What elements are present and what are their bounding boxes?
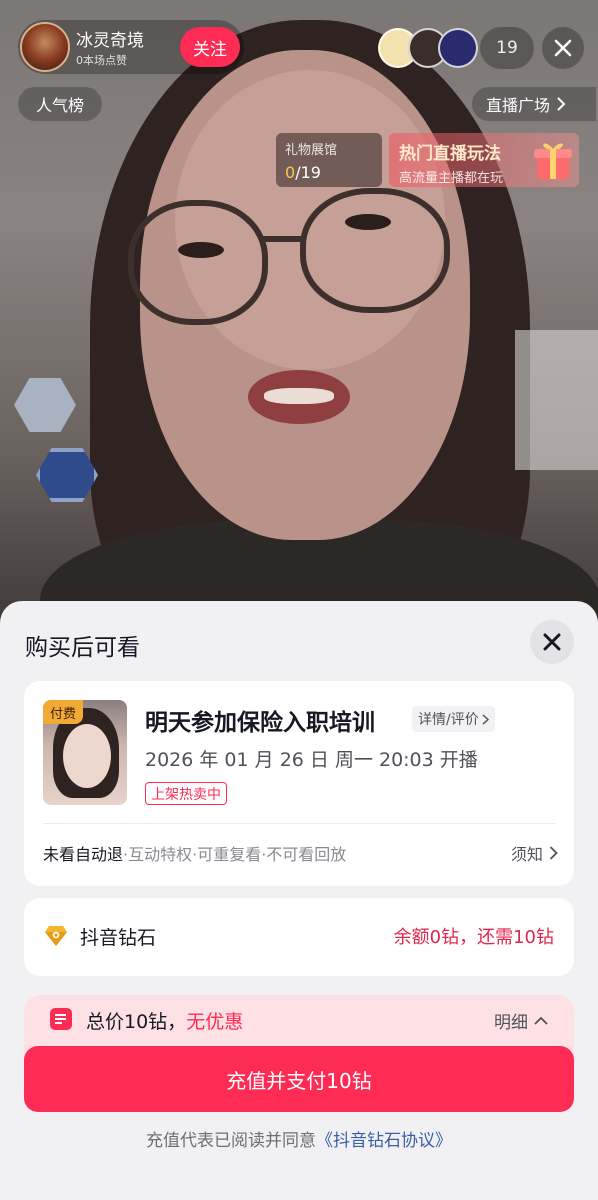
close-icon [543,633,561,651]
live-plaza-label: 直播广场 [486,96,551,115]
recharge-pay-button[interactable]: 充值并支付10钻 [24,1046,574,1112]
anchor-like-count: 0本场点赞 [76,54,127,67]
notice-link[interactable]: 须知 [511,841,558,865]
live-plaza-button[interactable]: 直播广场 [472,87,596,121]
video-eye-left [178,242,224,258]
chevron-right-icon [482,713,489,725]
payment-method-label: 抖音钻石 [80,927,157,949]
gift-hall-widget[interactable]: 礼物展馆 0/19 [276,133,382,187]
viewer-avatar[interactable] [438,28,478,68]
chevron-right-icon [549,846,558,860]
product-title: 明天参加保险入职培训 [145,710,375,736]
diamond-agreement-link[interactable]: 《抖音钻石协议》 [316,1131,452,1151]
purchase-rules: 未看自动退·互动特权·可重复看·不可看回放 [43,845,347,864]
product-card[interactable]: 付费 明天参加保险入职培训 详情/评价 2026 年 01 月 26 日 周一 … [24,681,574,886]
gift-hall-progress: 0/19 [285,163,321,182]
receipt-icon [50,1008,72,1030]
payment-method-card[interactable]: 抖音钻石 余额0钻，还需10钻 [24,898,574,976]
hot-sale-tag: 上架热卖中 [145,782,227,805]
follow-button[interactable]: 关注 [180,27,240,67]
close-live-button[interactable] [542,27,584,69]
popularity-rank-button[interactable]: 人气榜 [18,87,102,121]
video-eye-right [345,214,391,230]
chevron-up-icon [534,1016,548,1025]
balance-text: 余额0钻，还需10钻 [393,927,554,948]
video-wall-decor [14,378,76,432]
video-wall-decor [36,448,98,502]
video-glasses-right [300,188,450,313]
diamond-icon [45,926,67,946]
agreement-text: 充值代表已阅读并同意《抖音钻石协议》 [146,1131,452,1151]
divider [43,823,555,824]
price-detail-toggle[interactable]: 明细 [494,1008,548,1033]
gift-box-icon [534,143,572,179]
video-glasses-bridge [262,236,306,242]
chevron-right-icon [557,97,566,111]
product-thumbnail: 付费 [43,700,127,805]
hot-live-banner[interactable]: 热门直播玩法 高流量主播都在玩 [389,133,579,187]
video-window-light [515,330,598,470]
gift-hall-title: 礼物展馆 [285,143,338,158]
viewer-count[interactable]: 19 [480,27,534,69]
anchor-info[interactable]: 冰灵奇境 0本场点赞 关注 [18,20,244,74]
close-icon [554,39,572,57]
video-glasses-left [128,200,268,325]
anchor-name: 冰灵奇境 [76,31,144,51]
video-teeth [264,388,334,404]
total-price: 总价10钻，无优惠 [86,1011,244,1033]
paid-badge: 付费 [43,700,83,724]
broadcast-time: 2026 年 01 月 26 日 周一 20:03 开播 [145,749,478,771]
detail-review-link[interactable]: 详情/评价 [412,706,495,732]
sheet-close-button[interactable] [530,620,574,664]
anchor-avatar[interactable] [20,22,70,72]
sheet-title: 购买后可看 [25,635,140,661]
purchase-sheet: 购买后可看 付费 明天参加保险入职培训 详情/评价 2026 年 01 月 26… [0,601,598,1200]
